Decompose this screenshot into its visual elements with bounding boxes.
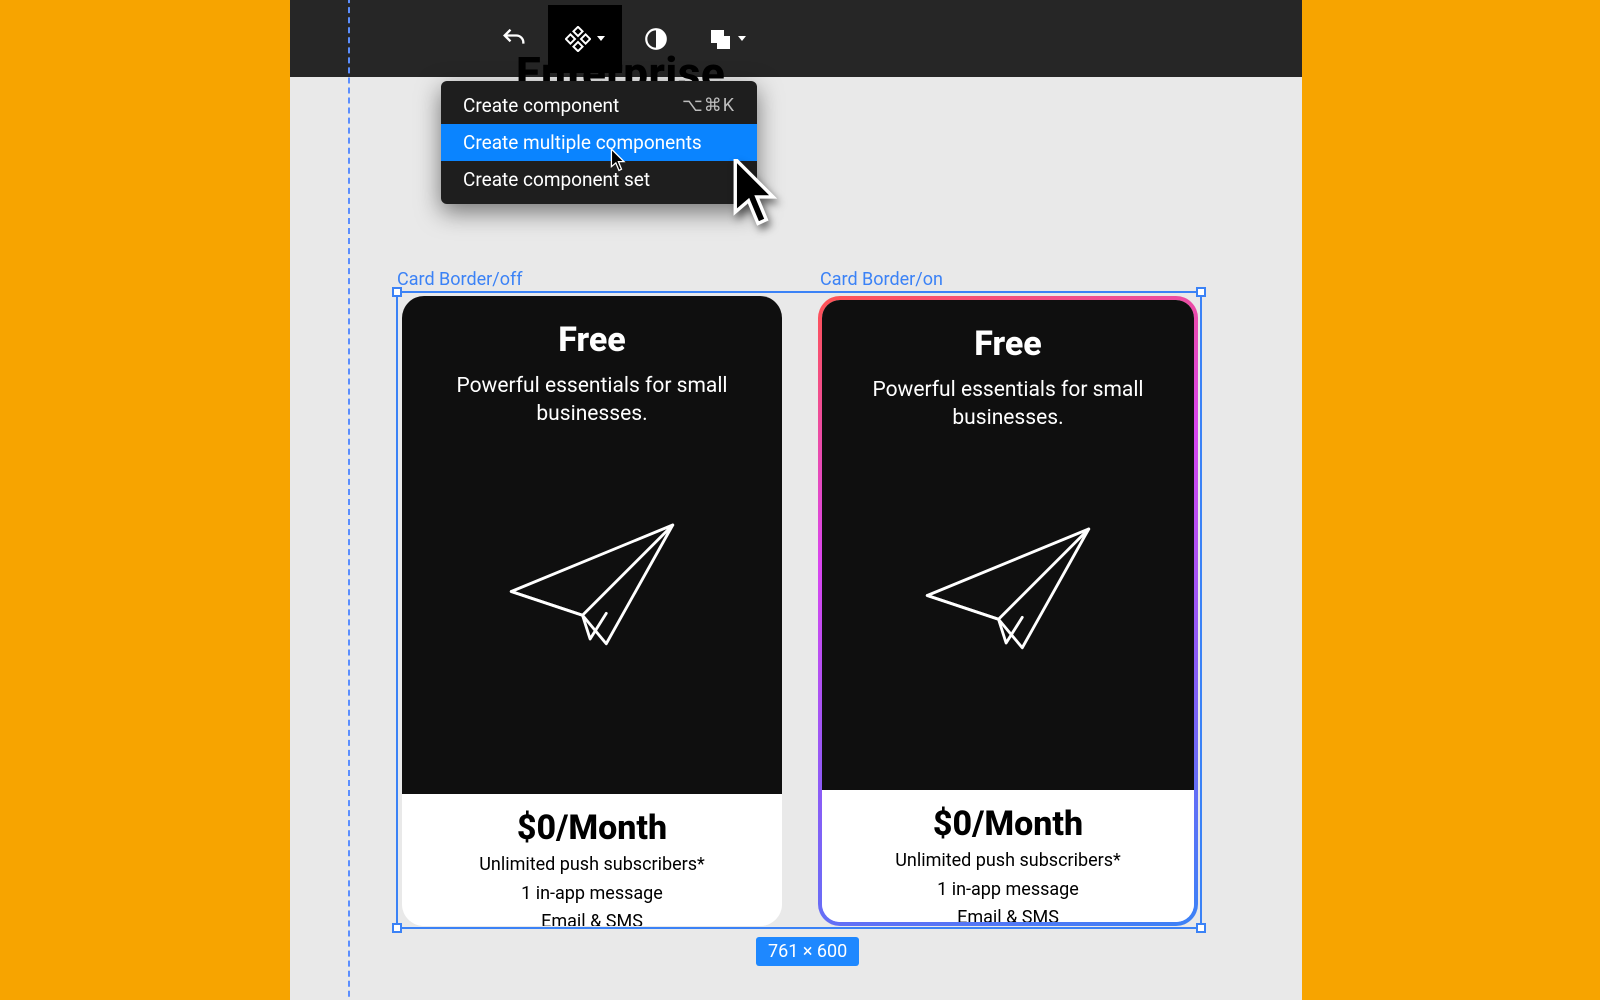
menu-item-shortcut: ⌥⌘K <box>682 95 735 116</box>
menu-item-create-component[interactable]: Create component ⌥⌘K <box>441 87 757 124</box>
card-subtitle: Powerful essentials for small businesses… <box>422 372 762 429</box>
component-dropdown: Create component ⌥⌘K Create multiple com… <box>441 81 757 204</box>
menu-item-create-multiple-components[interactable]: Create multiple components <box>441 124 757 161</box>
card-title: Free <box>558 320 625 360</box>
menu-item-label: Create multiple components <box>463 131 702 154</box>
selection-handle[interactable] <box>1196 923 1206 933</box>
menu-item-label: Create component set <box>463 168 650 191</box>
card-border-off[interactable]: Free Powerful essentials for small busin… <box>402 296 782 926</box>
menu-item-label: Create component <box>463 94 619 117</box>
card-price: $0/Month <box>838 804 1178 844</box>
card-feature: Unlimited push subscribers* <box>838 850 1178 873</box>
card-feature: Email & SMS <box>838 907 1178 922</box>
frame-label-right[interactable]: Card Border/on <box>820 269 943 290</box>
selection-dimensions-badge: 761 × 600 <box>756 937 859 966</box>
card-hero: Free Powerful essentials for small busin… <box>402 296 782 794</box>
design-app-panel: Enterprise Create component ⌥⌘K Create m… <box>290 0 1302 1000</box>
paper-plane-icon <box>913 511 1103 661</box>
card-feature: Email & SMS <box>418 911 766 926</box>
frame-label-left[interactable]: Card Border/off <box>397 269 522 290</box>
card-hero: Free Powerful essentials for small busin… <box>822 300 1194 790</box>
card-footer: $0/Month Unlimited push subscribers* 1 i… <box>402 794 782 926</box>
menu-item-create-component-set[interactable]: Create component set <box>441 161 757 198</box>
chevron-down-icon <box>738 36 746 41</box>
card-subtitle: Powerful essentials for small businesses… <box>842 376 1174 433</box>
selection-handle[interactable] <box>1196 287 1206 297</box>
card-title: Free <box>974 324 1041 364</box>
card-feature: Unlimited push subscribers* <box>418 854 766 877</box>
paper-plane-icon <box>497 507 687 657</box>
card-border-on[interactable]: Free Powerful essentials for small busin… <box>818 296 1198 926</box>
selection-handle[interactable] <box>392 287 402 297</box>
card-feature: 1 in-app message <box>418 883 766 906</box>
selection-handle[interactable] <box>392 923 402 933</box>
card-feature: 1 in-app message <box>838 879 1178 902</box>
card-price: $0/Month <box>418 808 766 848</box>
card-footer: $0/Month Unlimited push subscribers* 1 i… <box>822 790 1194 922</box>
canvas[interactable]: Enterprise Create component ⌥⌘K Create m… <box>290 77 1302 1000</box>
